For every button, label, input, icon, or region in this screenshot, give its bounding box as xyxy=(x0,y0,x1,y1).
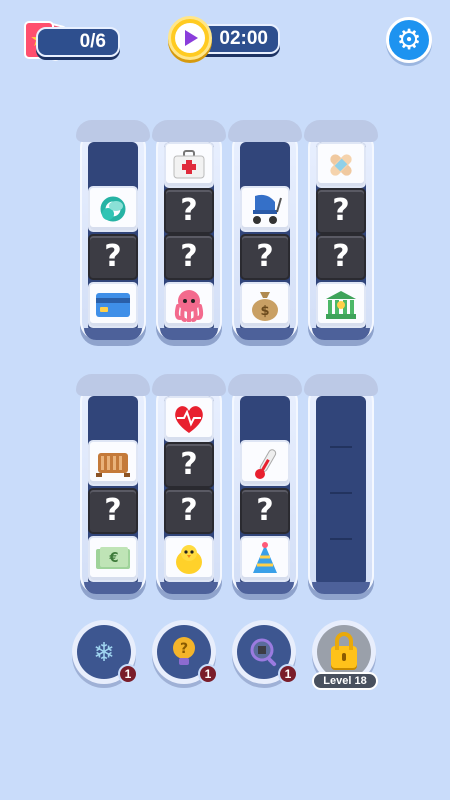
booster-count: 1 xyxy=(278,664,298,684)
slot-divider xyxy=(330,492,352,494)
tile-crib[interactable] xyxy=(88,440,138,486)
tile-hidden[interactable]: ? xyxy=(164,442,214,488)
gear-icon: ⚙ xyxy=(396,24,422,55)
slot-divider xyxy=(330,446,352,448)
settings-button[interactable]: ⚙ xyxy=(386,17,432,63)
tile-hidden[interactable]: ? xyxy=(316,188,366,234)
svg-text:$: $ xyxy=(260,304,269,319)
tube-6[interactable]: ? ? xyxy=(152,374,226,594)
tube-7[interactable]: ? xyxy=(228,374,302,594)
tube-2[interactable]: ? ? xyxy=(152,120,226,340)
tile-first-aid-kit[interactable] xyxy=(164,142,214,188)
tube-8-empty[interactable] xyxy=(304,374,378,594)
tile-hidden[interactable]: ? xyxy=(88,234,138,280)
tile-party-hat[interactable] xyxy=(240,536,290,582)
tube-3[interactable]: ? $ xyxy=(228,120,302,340)
booster-count: 1 xyxy=(198,664,218,684)
tile-bank[interactable] xyxy=(316,282,366,328)
timer-icon xyxy=(168,16,212,60)
booster-count: 1 xyxy=(118,664,138,684)
tile-hidden[interactable]: ? xyxy=(240,234,290,280)
booster-hint[interactable]: ? 1 xyxy=(152,620,218,684)
tile-hidden[interactable]: ? xyxy=(88,488,138,534)
tube-5[interactable]: ? € xyxy=(76,374,150,594)
tile-bandage[interactable] xyxy=(316,142,366,188)
tile-octopus[interactable] xyxy=(164,282,214,328)
tile-hidden[interactable]: ? xyxy=(316,234,366,280)
tile-money-bag[interactable]: $ xyxy=(240,282,290,328)
tile-chick[interactable] xyxy=(164,536,214,582)
slot-divider xyxy=(330,538,352,540)
timer-text: 02:00 xyxy=(219,28,268,49)
lock-icon xyxy=(317,625,371,679)
tube-1[interactable]: ? xyxy=(76,120,150,340)
tile-hidden[interactable]: ? xyxy=(240,488,290,534)
tile-stroller[interactable] xyxy=(240,186,290,232)
unlock-level-label: Level 18 xyxy=(312,672,378,690)
tile-thermometer[interactable] xyxy=(240,440,290,486)
svg-text:?: ? xyxy=(180,641,188,657)
tile-hidden[interactable]: ? xyxy=(164,234,214,280)
booster-freeze[interactable]: ❄ 1 xyxy=(72,620,138,684)
tile-heart[interactable] xyxy=(164,396,214,442)
tile-credit-card[interactable] xyxy=(88,282,138,328)
tile-pacifier[interactable] xyxy=(88,186,138,232)
cards-count-text: 0/6 xyxy=(79,31,106,52)
tile-hidden[interactable]: ? xyxy=(164,488,214,534)
tile-euro-banknote[interactable]: € xyxy=(88,536,138,582)
tile-hidden[interactable]: ? xyxy=(164,188,214,234)
booster-reveal[interactable]: 1 xyxy=(232,620,298,684)
tube-4[interactable]: ? ? xyxy=(304,120,378,340)
svg-text:€: € xyxy=(108,551,118,566)
cards-counter: 0/6 xyxy=(36,27,120,57)
